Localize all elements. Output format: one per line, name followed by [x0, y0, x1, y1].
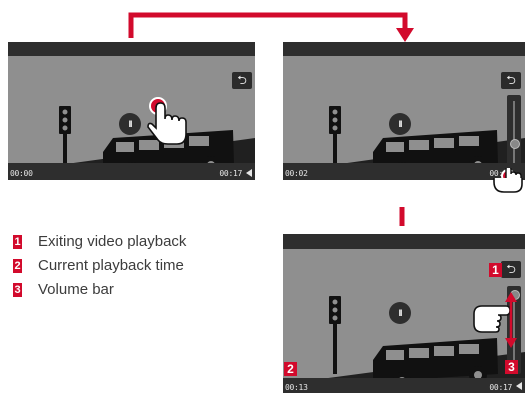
legend-number: 1: [13, 235, 22, 249]
pause-button[interactable]: II: [389, 113, 411, 135]
legend-label: Volume bar: [38, 281, 114, 298]
up-down-arrow-icon: [505, 292, 517, 348]
speaker-icon: [516, 382, 522, 390]
hand-pointer-icon-lower: [493, 178, 523, 193]
legend-number: 2: [13, 259, 22, 273]
traffic-light: [329, 106, 341, 170]
hand-pointer-icon: [147, 97, 187, 145]
total-time: 00:17: [219, 169, 242, 178]
volume-knob[interactable]: [510, 139, 520, 149]
scene: [8, 106, 255, 180]
current-time: 00:00: [10, 169, 33, 178]
pause-button[interactable]: II: [119, 113, 141, 135]
bottom-bar: [8, 163, 255, 180]
traffic-light: [59, 106, 71, 170]
pause-icon: II: [398, 308, 402, 318]
speaker-icon: [246, 169, 252, 177]
legend-label: Current playback time: [38, 257, 184, 274]
screen-2: ⮌ II 00:02 00:17: [283, 42, 525, 180]
total-time: 00:17: [489, 383, 512, 392]
volume-track: [513, 101, 515, 169]
callout-1: 1: [489, 263, 502, 277]
pause-button[interactable]: II: [389, 302, 411, 324]
current-time: 00:13: [285, 383, 308, 392]
current-time: 00:02: [285, 169, 308, 178]
flow-arrow-top: [128, 12, 408, 38]
legend-number: 3: [13, 283, 22, 297]
flow-arrow-top-head: [396, 28, 414, 42]
legend-label: Exiting video playback: [38, 233, 187, 250]
pause-icon: II: [128, 119, 132, 129]
callout-3: 3: [505, 360, 518, 374]
scene: [283, 106, 525, 180]
screen-3: ⮌ II 00:13 00:17: [283, 234, 525, 393]
callout-2: 2: [284, 362, 297, 376]
screen-1: ⮌ II 00:00 00:17: [8, 42, 255, 180]
traffic-light: [329, 296, 341, 374]
pause-icon: II: [398, 119, 402, 129]
